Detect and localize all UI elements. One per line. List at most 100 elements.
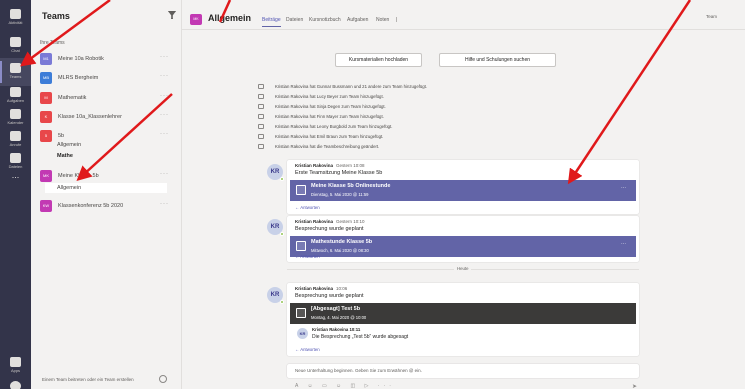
avatar-initials: KR	[270, 292, 280, 298]
gear-icon[interactable]	[159, 375, 167, 383]
person-add-icon	[258, 104, 264, 109]
avatar[interactable]: KR	[267, 287, 284, 304]
app-rail: Aktivität Chat Teams Aufgaben Kalender A…	[0, 0, 31, 389]
meeting-more-button[interactable]: ···	[621, 185, 626, 191]
team-item[interactable]: KW Klassenkonferenz 5b 2020 ···	[31, 196, 182, 218]
chat-icon	[10, 37, 21, 47]
avatar[interactable]: KR	[267, 219, 284, 236]
upload-materials-button[interactable]: Kursmaterialien hochladen	[335, 53, 422, 67]
assignments-icon	[10, 87, 21, 97]
tab-grades[interactable]: Noten	[376, 17, 389, 23]
message-time: Gestern 10:08	[336, 163, 365, 168]
message-time: Gestern 10:10	[336, 219, 365, 224]
channel-item[interactable]: Allgemein	[57, 142, 81, 148]
team-more-button[interactable]: ···	[160, 73, 169, 79]
channel-item[interactable]: Mathe	[57, 153, 73, 159]
reply-link[interactable]: ← Antworten	[295, 347, 320, 352]
meeting-date: Dienstag, 5. Mai 2020 @ 11:59	[311, 192, 369, 197]
team-button[interactable]: Team	[706, 14, 717, 19]
message-time: 10:06	[336, 286, 348, 291]
add-tab-divider: |	[396, 17, 398, 23]
meeting-date: Mittwoch, 6. Mai 2020 @ 08:30	[311, 248, 369, 253]
meeting-title: Meine Klasse 5b Onlinestunde	[311, 183, 391, 189]
avatar-initials: KR	[270, 169, 280, 175]
avatar[interactable]: KR	[267, 164, 284, 181]
message-post[interactable]: Kristian Rakovina Gestern 10:08 Erste Tea…	[287, 160, 639, 214]
reply-link[interactable]: ← Antworten	[295, 254, 320, 259]
system-message: Kristian Rakovina hat Finn Mayer zum Tea…	[275, 114, 384, 119]
channel-title: Allgemein	[208, 13, 252, 23]
avatar-initials: KR	[270, 224, 280, 230]
reply-author: Kristian Rakovina 10:11	[312, 327, 361, 332]
team-more-button[interactable]: ···	[160, 201, 169, 207]
meeting-card-cancelled[interactable]: [Abgesagt] Test 5b Montag, 4. Mai 2020 @…	[290, 303, 636, 324]
compose-placeholder: Neue Unterhaltung beginnen. Geben Sie zu…	[295, 368, 422, 373]
tab-files[interactable]: Dateien	[286, 17, 303, 23]
rail-label: Aufgaben	[6, 98, 25, 103]
team-avatar: MB	[40, 72, 52, 84]
system-message: Kristian Rakovina hat Leony Burgbold zum…	[275, 124, 393, 129]
files-icon	[10, 153, 21, 163]
bell-icon	[10, 9, 21, 19]
rail-label: Teams	[9, 74, 22, 79]
person-add-icon	[258, 94, 264, 99]
meeting-more-button[interactable]: ···	[621, 241, 626, 247]
compose-toolbar[interactable]: A ☺ ▭ ☺ ◫ ▷ ···	[295, 383, 395, 389]
rail-label: Aktivität	[8, 20, 23, 25]
team-name: Meine Klasse 5b	[58, 173, 99, 179]
meeting-title: [Abgesagt] Test 5b	[311, 306, 361, 312]
person-add-icon	[258, 114, 264, 119]
compose-box[interactable]: Neue Unterhaltung beginnen. Geben Sie zu…	[287, 364, 639, 378]
rail-more-button[interactable]: ...	[0, 170, 31, 180]
team-name: 5b	[58, 133, 65, 139]
team-more-button[interactable]: ···	[160, 171, 169, 177]
team-avatar: KW	[40, 200, 52, 212]
author-name: Kristian Rakovina	[295, 219, 334, 224]
meeting-card[interactable]: Meine Klasse 5b Onlinestunde Dienstag, 5…	[290, 180, 636, 201]
team-name: Meine 10a Robotik	[58, 56, 104, 62]
message-post[interactable]: Kristian Rakovina Gestern 10:10 Besprechu…	[287, 216, 639, 262]
tab-assignments[interactable]: Aufgaben	[347, 17, 368, 23]
teams-window: Aktivität Chat Teams Aufgaben Kalender A…	[0, 0, 745, 389]
reply-link[interactable]: ← Antworten	[295, 205, 320, 210]
calendar-icon	[296, 185, 306, 195]
meeting-card[interactable]: Mathestunde Klasse 5b Mittwoch, 6. Mai 2…	[290, 236, 636, 257]
rail-label: Apps	[10, 368, 21, 373]
tab-notebook[interactable]: Kursnotizbuch	[309, 17, 341, 23]
team-more-button[interactable]: ···	[160, 131, 169, 137]
panel-title: Teams	[42, 11, 70, 21]
team-name: MLRS Bergheim	[58, 75, 99, 81]
send-icon[interactable]: ➤	[632, 383, 637, 389]
system-message: Kristian Rakovina hat Lucy Beyer zum Tea…	[275, 94, 384, 99]
tab-posts[interactable]: Beiträge	[262, 17, 281, 27]
reply-avatar: KR	[297, 328, 308, 339]
team-more-button[interactable]: ···	[160, 93, 169, 99]
edit-icon	[258, 144, 264, 149]
help-training-button[interactable]: Hilfe und Schulungen suchen	[439, 53, 556, 67]
system-message: Kristian Rakovina hat Gunnar Bussmann un…	[275, 84, 428, 89]
team-name: Klasse 10a_Klassenlehrer	[58, 114, 122, 120]
reply-text: Die Besprechung „Test 5b“ wurde abgesagt	[312, 334, 409, 340]
message-text: Erste Teamsitzung Meine Klasse 5b	[295, 170, 383, 176]
calendar-icon	[10, 109, 21, 119]
rail-chat[interactable]: Chat	[0, 32, 31, 60]
teams-icon	[10, 63, 21, 73]
person-add-icon	[258, 124, 264, 129]
date-divider-label: Heute	[454, 266, 472, 271]
channel-item-selected[interactable]: Allgemein	[45, 183, 167, 193]
filter-icon[interactable]	[168, 11, 176, 19]
phone-icon	[10, 131, 21, 141]
team-item[interactable]: 5 5b ···	[31, 126, 182, 148]
rail-label: Chat	[11, 48, 20, 53]
team-item[interactable]: MB MLRS Bergheim ···	[31, 68, 182, 90]
rail-help[interactable]	[0, 376, 31, 389]
presence-dot	[280, 300, 284, 304]
rail-activity[interactable]: Aktivität	[0, 4, 31, 32]
team-more-button[interactable]: ···	[160, 54, 169, 60]
join-team-link[interactable]: Einem Team beitreten oder ein Team erste…	[42, 377, 134, 382]
person-add-icon	[258, 84, 264, 89]
presence-dot	[280, 232, 284, 236]
team-more-button[interactable]: ···	[160, 112, 169, 118]
message-post[interactable]: Kristian Rakovina 10:06 Besprechung wurde…	[287, 283, 639, 356]
team-avatar: 5	[40, 130, 52, 142]
